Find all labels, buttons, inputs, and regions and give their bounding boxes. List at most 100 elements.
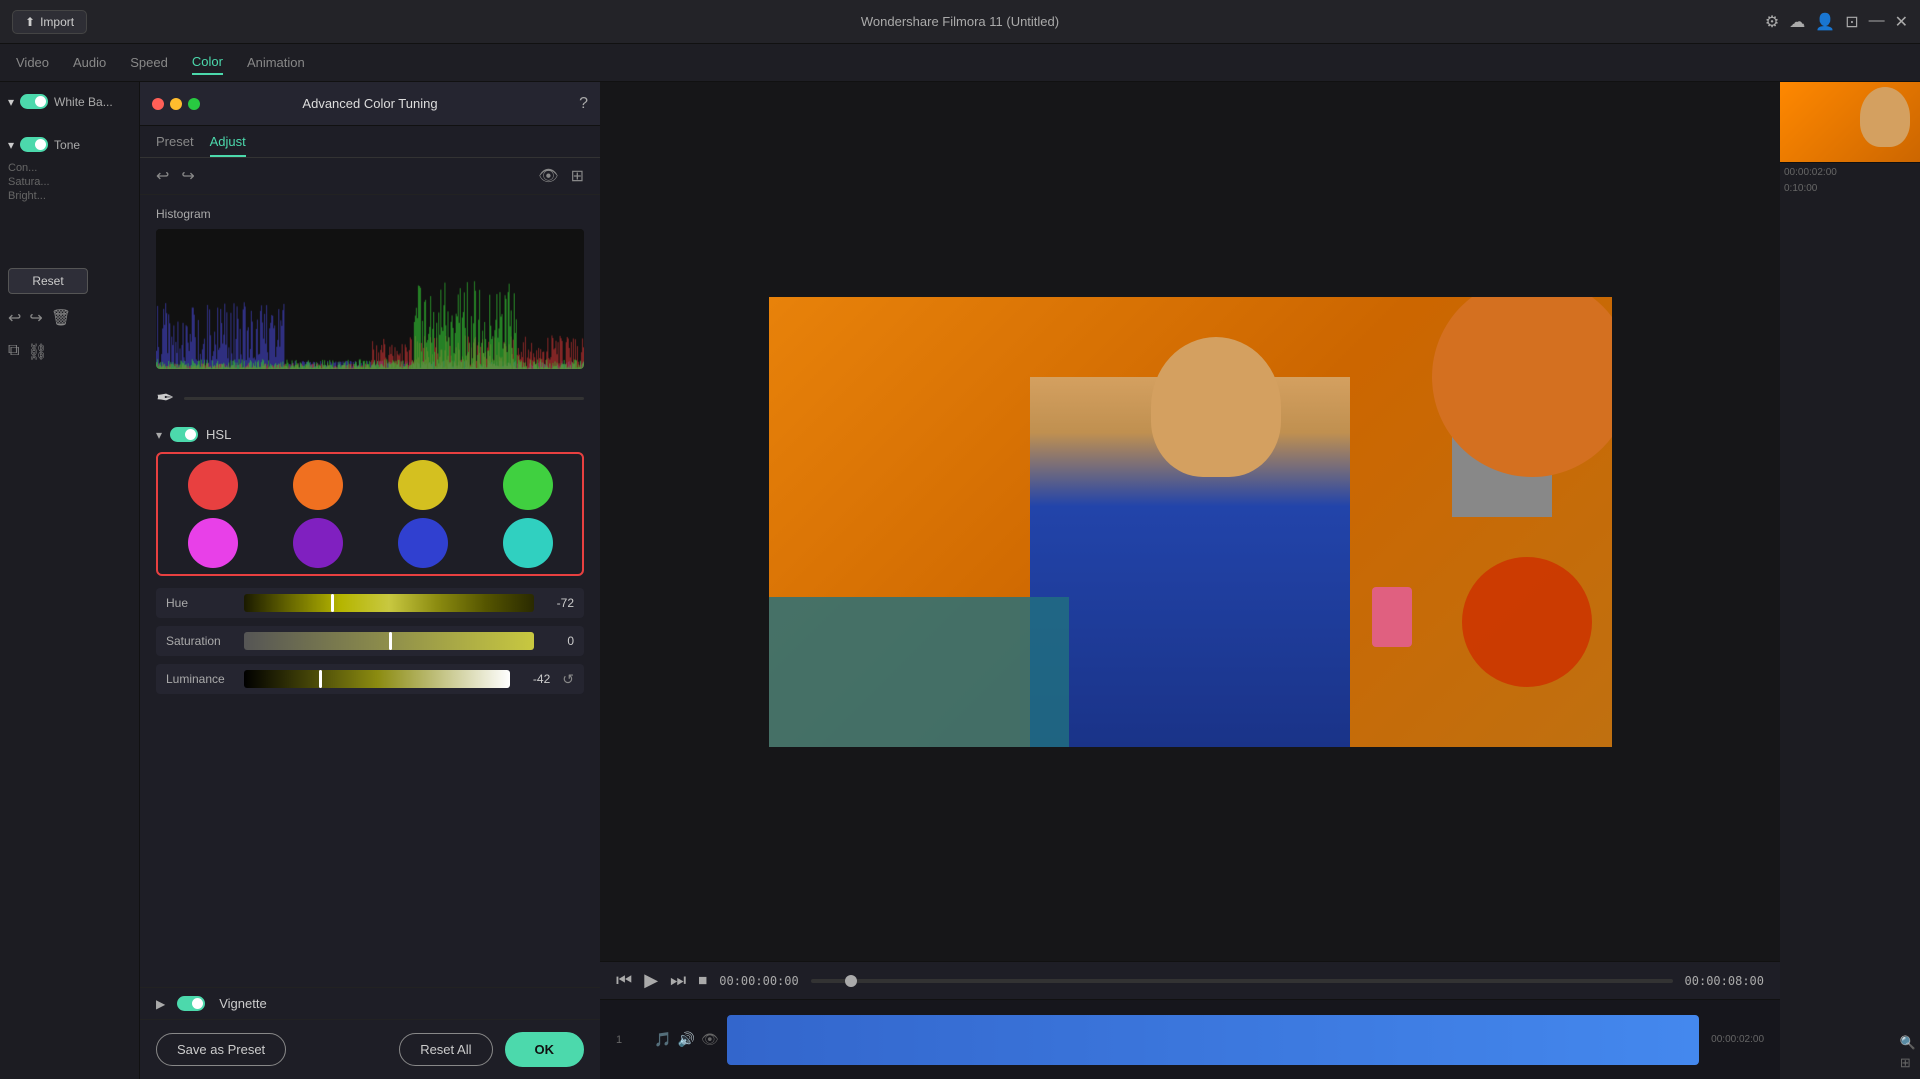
eyedropper-icon[interactable]: ✒ xyxy=(156,385,174,411)
track1-eye-icon[interactable]: 👁 xyxy=(701,1031,719,1048)
track1-label: 1 xyxy=(616,1034,646,1046)
white-balance-label: White Ba... xyxy=(54,95,113,109)
import-icon: ⬆ xyxy=(25,15,35,29)
link-icon[interactable]: ⛓ xyxy=(27,342,47,362)
panel-tabs: Preset Adjust xyxy=(140,126,600,158)
reset-all-button[interactable]: Reset All xyxy=(399,1033,492,1066)
right-panel: 00:00:02:00 0:10:00 🔍 ⊞ xyxy=(1780,82,1920,1079)
saturation-slider-track[interactable] xyxy=(244,632,534,650)
zoom-out-icon[interactable]: 🔍 xyxy=(1900,1035,1916,1051)
minimize-traffic-light[interactable] xyxy=(170,98,182,110)
swatch-yellow[interactable] xyxy=(398,460,448,510)
tab-animation[interactable]: Animation xyxy=(247,51,305,74)
person-head xyxy=(1151,337,1281,477)
play-button[interactable]: ▶ xyxy=(644,970,658,991)
bottom-actions: Save as Preset Reset All OK xyxy=(140,1019,600,1079)
hue-slider-track[interactable] xyxy=(244,594,534,612)
ok-button[interactable]: OK xyxy=(505,1032,585,1067)
hsl-header: ▾ HSL xyxy=(156,427,584,442)
vignette-chevron[interactable]: ▶ xyxy=(156,997,165,1011)
left-panel-icons-2: ⧉ ⛓ xyxy=(8,342,131,362)
luminance-reset-icon[interactable]: ↺ xyxy=(562,671,574,688)
redo-icon[interactable]: ↪ xyxy=(29,308,42,328)
tone-row: ▾ Tone xyxy=(8,137,131,152)
hsl-section: ▾ HSL Hue - xyxy=(140,419,600,987)
contrast-label: Con... xyxy=(8,162,131,166)
brightness-label: Bright... xyxy=(8,190,131,194)
vignette-toggle[interactable] xyxy=(177,996,205,1011)
swatch-green[interactable] xyxy=(503,460,553,510)
preview-face xyxy=(1860,87,1910,147)
wb-slider-bar xyxy=(184,397,584,400)
tab-audio[interactable]: Audio xyxy=(73,51,106,74)
color-panel-header: Advanced Color Tuning ? xyxy=(140,82,600,126)
window-icon[interactable]: ⊡ xyxy=(1845,12,1858,32)
chevron-down-icon[interactable]: ▾ xyxy=(8,95,14,109)
tab-speed[interactable]: Speed xyxy=(130,51,168,74)
tab-preset[interactable]: Preset xyxy=(156,134,194,157)
help-icon[interactable]: ? xyxy=(579,95,588,113)
luminance-thumb[interactable] xyxy=(319,670,322,688)
hsl-chevron[interactable]: ▾ xyxy=(156,428,162,442)
saturation-label: Saturation xyxy=(166,634,236,648)
tab-color[interactable]: Color xyxy=(192,50,223,75)
trash-icon[interactable]: 🗑 xyxy=(51,308,71,328)
redo-toolbar-icon[interactable]: ↪ xyxy=(181,166,194,186)
eye-toolbar-icon[interactable]: 👁 xyxy=(538,166,558,186)
luminance-slider-track[interactable] xyxy=(244,670,510,688)
settings-icon[interactable]: ⚙ xyxy=(1765,12,1779,32)
left-panel: ▾ White Ba... ▾ Tone Con... Satura... Br… xyxy=(0,82,140,1079)
track1-music-icon[interactable]: 🎵 xyxy=(654,1031,671,1048)
tab-video[interactable]: Video xyxy=(16,51,49,74)
white-balance-toggle[interactable] xyxy=(20,94,48,109)
swatch-orange[interactable] xyxy=(293,460,343,510)
chevron-down-icon-tone[interactable]: ▾ xyxy=(8,138,14,152)
tab-adjust[interactable]: Adjust xyxy=(210,134,246,157)
saturation-slider-row: Saturation 0 xyxy=(156,626,584,656)
swatch-purple[interactable] xyxy=(293,518,343,568)
color-swatches xyxy=(156,452,584,576)
video-controls: ⏮ ▶ ⏭ ⏹ 00:00:00:00 00:00:08:00 xyxy=(600,961,1780,999)
playback-thumb[interactable] xyxy=(845,975,857,987)
save-preset-button[interactable]: Save as Preset xyxy=(156,1033,286,1066)
toolbar-row: ↩ ↪ 👁 ⊞ xyxy=(140,158,600,195)
close-traffic-light[interactable] xyxy=(152,98,164,110)
swatch-pink[interactable] xyxy=(188,518,238,568)
stop-button[interactable]: ⏹ xyxy=(698,970,707,991)
timeline-marker-1: 00:00:02:00 xyxy=(1711,1034,1764,1045)
compare-toolbar-icon[interactable]: ⊞ xyxy=(571,166,584,186)
track1-icons: 🎵 🔊 👁 xyxy=(654,1031,719,1048)
skip-back-button[interactable]: ⏮ xyxy=(616,970,632,991)
luminance-label: Luminance xyxy=(166,672,236,686)
video-preview xyxy=(600,82,1780,961)
swatch-cyan[interactable] xyxy=(503,518,553,568)
undo-icon[interactable]: ↩ xyxy=(8,308,21,328)
reset-button[interactable]: Reset xyxy=(8,268,88,294)
minimize-icon[interactable]: — xyxy=(1869,12,1885,32)
hsl-toggle[interactable] xyxy=(170,427,198,442)
undo-toolbar-icon[interactable]: ↩ xyxy=(156,166,169,186)
video-area: ⏮ ▶ ⏭ ⏹ 00:00:00:00 00:00:08:00 1 🎵 🔊 👁 … xyxy=(600,82,1780,1079)
hue-value: -72 xyxy=(542,596,574,610)
layers-icon[interactable]: ⧉ xyxy=(8,342,19,362)
fit-icon[interactable]: ⊞ xyxy=(1900,1055,1916,1071)
top-bar-right: ⚙ ☁ 👤 ⊡ — ✕ xyxy=(1765,12,1908,32)
video-frame xyxy=(769,297,1612,747)
top-bar-left: ⬆ Import xyxy=(12,10,87,34)
step-forward-button[interactable]: ⏭ xyxy=(670,970,686,991)
user-icon[interactable]: 👤 xyxy=(1815,12,1835,32)
hue-thumb[interactable] xyxy=(331,594,334,612)
track1-volume-icon[interactable]: 🔊 xyxy=(677,1031,694,1048)
track1-content[interactable] xyxy=(727,1015,1700,1065)
current-time: 00:00:00:00 xyxy=(719,974,798,988)
import-button[interactable]: ⬆ Import xyxy=(12,10,87,34)
traffic-lights xyxy=(152,98,200,110)
swatch-red[interactable] xyxy=(188,460,238,510)
saturation-thumb[interactable] xyxy=(389,632,392,650)
close-icon[interactable]: ✕ xyxy=(1895,12,1908,32)
tone-toggle[interactable] xyxy=(20,137,48,152)
maximize-traffic-light[interactable] xyxy=(188,98,200,110)
cloud-icon[interactable]: ☁ xyxy=(1789,12,1805,32)
swatch-blue[interactable] xyxy=(398,518,448,568)
playback-timeline[interactable] xyxy=(811,979,1673,983)
